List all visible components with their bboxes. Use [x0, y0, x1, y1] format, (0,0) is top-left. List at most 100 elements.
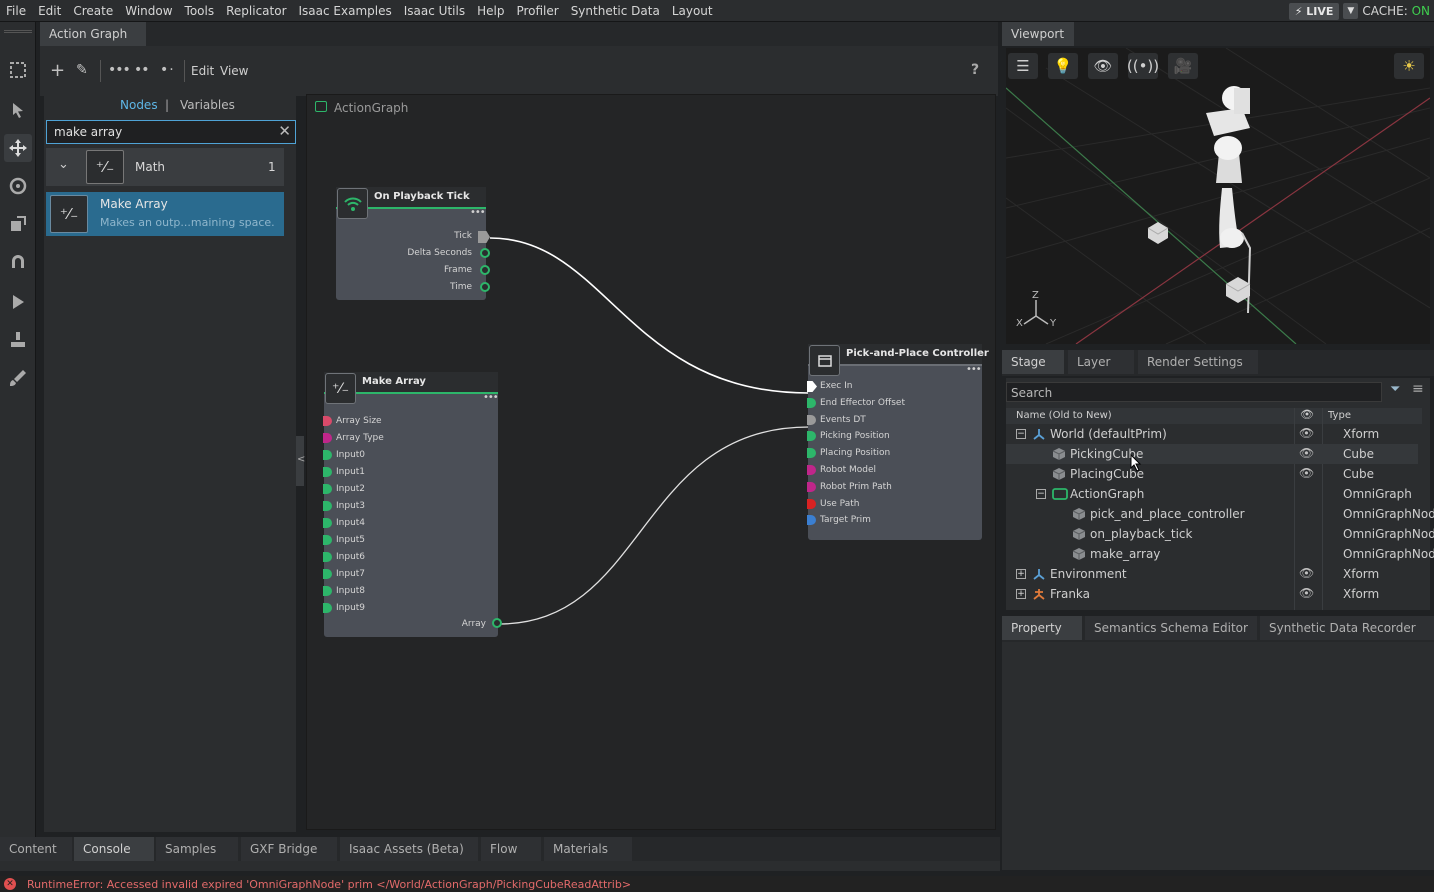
broadcast-icon[interactable]: ((•)) — [1127, 53, 1159, 79]
output-port[interactable] — [480, 265, 490, 275]
stage-row[interactable]: − ActionGraph OmniGraph — [1006, 484, 1418, 504]
error-message[interactable]: RuntimeError: Accessed invalid expired '… — [27, 878, 631, 891]
tab-semantics-schema-editor[interactable]: Semantics Schema Editor — [1085, 616, 1257, 640]
lightbulb-icon[interactable]: 💡 — [1048, 53, 1078, 79]
output-port[interactable] — [492, 618, 502, 628]
node-menu-icon[interactable]: ••• — [966, 364, 982, 375]
tab-synthetic-data-recorder[interactable]: Synthetic Data Recorder — [1260, 616, 1434, 640]
rotate-icon[interactable] — [4, 172, 32, 200]
col-type[interactable]: Type — [1328, 410, 1351, 421]
view-menu[interactable]: View — [220, 64, 248, 78]
viewport-canvas[interactable]: Z X Y ☰ 💡 👁 ((•)) 🎥 ☀ — [1006, 48, 1430, 344]
menu-synthetic-data[interactable]: Synthetic Data — [565, 0, 666, 22]
tab-console[interactable]: Console — [74, 837, 154, 861]
menu-window[interactable]: Window — [119, 0, 178, 22]
stage-row[interactable]: on_playback_tick OmniGraphNode — [1006, 524, 1434, 544]
input-port[interactable] — [323, 433, 332, 443]
tab-variables[interactable]: Variables — [180, 98, 235, 112]
menu-icon[interactable]: ≡ — [1412, 381, 1424, 397]
input-port[interactable] — [323, 416, 332, 426]
node-pick-and-place-controller[interactable]: Pick-and-Place Controller ••• Exec In End… — [807, 344, 989, 540]
menu-replicator[interactable]: Replicator — [220, 0, 292, 22]
input-port[interactable] — [323, 450, 332, 460]
input-port[interactable] — [807, 498, 816, 509]
node-menu-icon[interactable]: ••• — [470, 207, 486, 218]
chevron-down-icon[interactable]: ⌄ — [58, 157, 69, 172]
input-port[interactable] — [807, 481, 816, 492]
input-port[interactable] — [807, 397, 816, 408]
input-port[interactable] — [323, 552, 332, 562]
tab-nodes[interactable]: Nodes — [120, 98, 158, 112]
menu-edit[interactable]: Edit — [32, 0, 67, 22]
input-port[interactable] — [323, 484, 332, 494]
scale-icon[interactable] — [4, 210, 32, 238]
input-port[interactable] — [807, 431, 816, 442]
menu-tools[interactable]: Tools — [179, 0, 221, 22]
input-port[interactable] — [323, 501, 332, 511]
node-search-input[interactable]: make array — [54, 125, 122, 139]
stage-row[interactable]: − World (defaultPrim) 👁 Xform — [1006, 424, 1418, 444]
input-port[interactable] — [807, 448, 816, 459]
stage-row[interactable]: PickingCube 👁 Cube — [1006, 444, 1418, 464]
tab-stage[interactable]: Stage — [1002, 350, 1064, 374]
node-search-box[interactable]: make array ✕ — [46, 120, 296, 144]
visibility-icon[interactable]: 👁 — [1299, 426, 1314, 440]
select-box-icon[interactable] — [4, 56, 32, 84]
collapse-icon[interactable]: − — [1036, 489, 1046, 499]
input-port[interactable] — [323, 518, 332, 528]
visibility-icon[interactable]: 👁 — [1299, 466, 1314, 480]
tab-samples[interactable]: Samples — [156, 837, 238, 861]
stage-search[interactable]: Search — [1006, 382, 1382, 402]
input-port[interactable] — [807, 465, 816, 475]
tab-viewport[interactable]: Viewport — [1002, 22, 1074, 46]
live-dropdown-icon[interactable]: ▼ — [1343, 3, 1359, 19]
stage-row[interactable]: PlacingCube 👁 Cube — [1006, 464, 1418, 484]
pencil-icon[interactable]: ✎ — [76, 62, 88, 78]
menu-profiler[interactable]: Profiler — [510, 0, 564, 22]
help-icon[interactable]: ? — [971, 62, 979, 78]
collapse-handle[interactable]: < — [296, 436, 305, 486]
pointer-icon[interactable] — [4, 96, 32, 124]
paint-icon[interactable] — [4, 364, 32, 392]
layout-icon-2[interactable]: •• — [134, 62, 149, 78]
input-port[interactable] — [807, 381, 817, 392]
tab-render-settings[interactable]: Render Settings — [1138, 350, 1258, 374]
stage-row[interactable]: make_array OmniGraphNode — [1006, 544, 1434, 564]
live-button[interactable]: ⚡ LIVE — [1288, 2, 1340, 20]
visibility-icon[interactable]: 👁 — [1299, 566, 1314, 580]
tab-content[interactable]: Content — [0, 837, 72, 861]
col-name[interactable]: Name (Old to New) — [1016, 410, 1112, 421]
tab-layer[interactable]: Layer — [1068, 350, 1134, 374]
stage-row[interactable]: + Environment 👁 Xform — [1006, 564, 1418, 584]
viewport-settings-icon[interactable]: ☰ — [1008, 53, 1038, 79]
input-port[interactable] — [323, 586, 332, 596]
clear-search-icon[interactable]: ✕ — [278, 122, 291, 140]
input-port[interactable] — [323, 603, 332, 613]
input-port[interactable] — [807, 414, 816, 425]
input-port[interactable] — [323, 467, 332, 477]
physics-icon[interactable] — [4, 326, 32, 354]
tab-gxf-bridge[interactable]: GXF Bridge — [241, 837, 337, 861]
visibility-icon[interactable]: 👁 — [1299, 586, 1314, 600]
menu-layout[interactable]: Layout — [666, 0, 719, 22]
menu-create[interactable]: Create — [67, 0, 119, 22]
expand-icon[interactable]: + — [1016, 589, 1026, 599]
input-port[interactable] — [323, 535, 332, 545]
stage-search-input[interactable]: Search — [1011, 386, 1052, 400]
snap-icon[interactable] — [4, 248, 32, 276]
menu-isaac-utils[interactable]: Isaac Utils — [398, 0, 471, 22]
expand-icon[interactable]: + — [1016, 569, 1026, 579]
layout-icon-3[interactable]: •· — [160, 62, 175, 78]
camera-icon[interactable]: 🎥 — [1168, 53, 1198, 79]
input-port[interactable] — [323, 569, 332, 579]
play-icon[interactable] — [4, 288, 32, 316]
menu-help[interactable]: Help — [471, 0, 510, 22]
output-port[interactable] — [480, 248, 490, 258]
visibility-icon[interactable]: 👁 — [1299, 446, 1314, 460]
node-make-array[interactable]: ⁺⁄₋ Make Array ••• Array Size Array Type I… — [323, 372, 502, 637]
tab-isaac-assets[interactable]: Isaac Assets (Beta) — [340, 837, 478, 861]
node-menu-icon[interactable]: ••• — [483, 392, 499, 403]
node-result-make-array[interactable]: ⁺⁄₋ Make Array Makes an outp...maining s… — [46, 192, 284, 236]
collapse-icon[interactable]: − — [1016, 429, 1026, 439]
category-math[interactable]: ⌄ ⁺⁄₋ Math 1 — [46, 148, 284, 186]
